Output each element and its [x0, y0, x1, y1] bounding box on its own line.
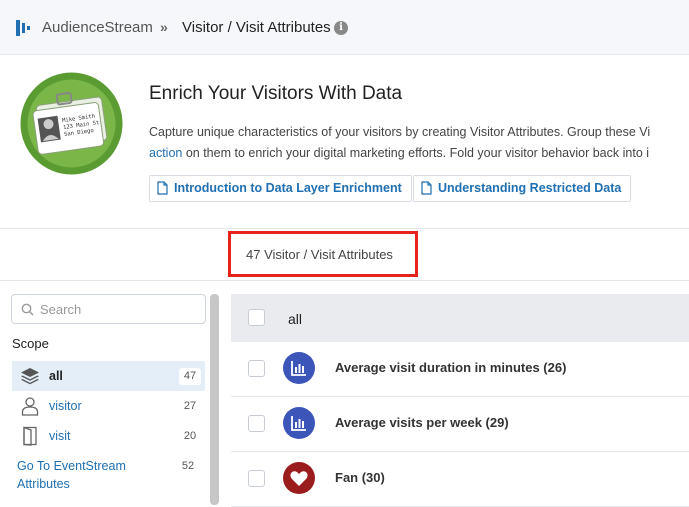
heart-icon: [283, 462, 315, 494]
visitor-badge-illustration-icon: Mike Smith 123 Main St San Diego: [20, 72, 123, 175]
scope-item-visitor[interactable]: visitor 27: [12, 391, 205, 421]
search-placeholder: Search: [40, 302, 82, 317]
scope-heading: Scope: [12, 336, 49, 351]
hero-description-line1: Capture unique characteristics of your v…: [149, 125, 651, 139]
hero-description-line2: on them to enrich your digital marketing…: [182, 146, 650, 160]
list-item[interactable]: Average visit duration in minutes (26): [231, 342, 689, 397]
restricted-data-link-label: Understanding Restricted Data: [438, 181, 622, 195]
search-icon: [21, 303, 34, 316]
info-icon[interactable]: i: [334, 21, 348, 35]
list-item[interactable]: Fan (30): [231, 452, 689, 507]
row-checkbox[interactable]: [248, 415, 265, 432]
attribute-count-bar: 47 Visitor / Visit Attributes: [0, 229, 689, 281]
eventstream-count-badge: 52: [181, 460, 195, 472]
list-header-label: all: [288, 311, 303, 327]
attribute-name: Average visit duration in minutes (26): [335, 360, 567, 375]
audiencestream-logo-icon[interactable]: [16, 20, 34, 36]
scope-item-label: visit: [49, 429, 71, 443]
sidebar-scrollbar[interactable]: [210, 294, 219, 505]
hero-description: Capture unique characteristics of your v…: [149, 122, 689, 164]
restricted-data-link[interactable]: Understanding Restricted Data: [413, 175, 631, 202]
person-icon: [21, 397, 39, 416]
hero-section: Mike Smith 123 Main St San Diego Enrich …: [0, 55, 689, 229]
scope-item-all[interactable]: all 47: [12, 361, 205, 391]
attribute-count: 47 Visitor / Visit Attributes: [246, 247, 393, 262]
scope-sidebar: Search Scope all 47 visitor 27 visit 20 …: [0, 282, 220, 505]
bar-chart-icon: [283, 352, 315, 384]
scope-count-badge: 27: [179, 398, 201, 415]
attribute-list: all Average visit duration in minutes (2…: [231, 294, 689, 507]
scope-item-visit[interactable]: visit 20: [12, 421, 205, 451]
breadcrumb-page-title: Visitor / Visit Attributes: [182, 19, 331, 36]
breadcrumb-app[interactable]: AudienceStream: [42, 19, 153, 36]
document-icon: [421, 181, 432, 195]
select-all-checkbox[interactable]: [248, 309, 265, 326]
eventstream-attributes-link[interactable]: Go To EventStream Attributes: [17, 457, 167, 493]
row-checkbox[interactable]: [248, 360, 265, 377]
breadcrumb-separator-icon: »: [160, 19, 168, 35]
scope-count-badge: 47: [179, 368, 201, 385]
list-header: all: [231, 294, 689, 342]
hero-title: Enrich Your Visitors With Data: [149, 83, 403, 104]
scope-count-badge: 20: [179, 428, 201, 445]
door-icon: [23, 426, 37, 446]
attribute-name: Average visits per week (29): [335, 415, 509, 430]
action-link[interactable]: action: [149, 146, 182, 160]
layers-icon: [21, 368, 39, 385]
intro-data-layer-link-label: Introduction to Data Layer Enrichment: [174, 181, 402, 195]
row-checkbox[interactable]: [248, 470, 265, 487]
intro-data-layer-link[interactable]: Introduction to Data Layer Enrichment: [149, 175, 412, 202]
top-bar: AudienceStream » Visitor / Visit Attribu…: [0, 0, 689, 55]
document-icon: [157, 181, 168, 195]
scope-item-label: all: [49, 369, 63, 383]
list-item[interactable]: Average visits per week (29): [231, 397, 689, 452]
search-input[interactable]: Search: [11, 294, 206, 324]
bar-chart-icon: [283, 407, 315, 439]
attribute-name: Fan (30): [335, 470, 385, 485]
scope-item-label: visitor: [49, 399, 82, 413]
